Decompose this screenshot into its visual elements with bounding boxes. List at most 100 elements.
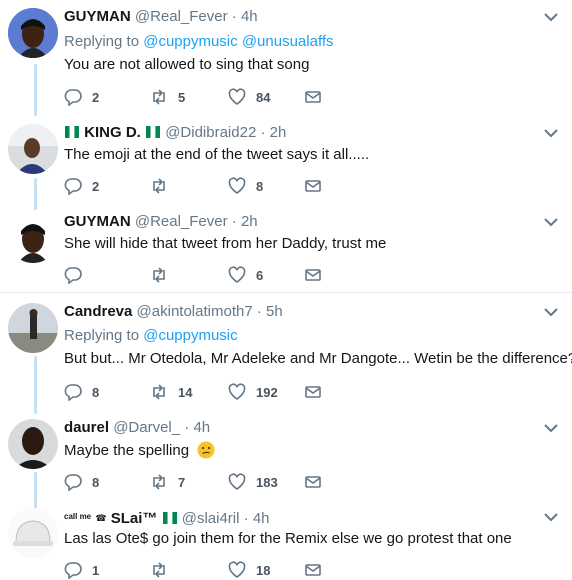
timestamp[interactable]: 4h — [193, 419, 210, 436]
like-icon — [228, 473, 246, 490]
reply-icon — [64, 89, 82, 106]
timestamp[interactable]: 2h — [270, 124, 287, 141]
retweet-icon — [153, 562, 165, 578]
reply-count: 2 — [92, 178, 100, 194]
retweet-button[interactable]: 5 — [150, 87, 185, 107]
retweet-button[interactable]: 14 — [150, 382, 192, 402]
like-icon — [228, 561, 246, 578]
tweet-text: The emoji at the end of the tweet says i… — [64, 146, 370, 163]
reply-icon — [64, 562, 82, 579]
avatar[interactable] — [8, 419, 58, 469]
conversation-divider — [0, 292, 572, 293]
tweet-text: Las las Ote$ go join them for the Remix … — [64, 530, 512, 547]
nigeria-flag-icon — [65, 126, 79, 138]
timestamp[interactable]: 5h — [266, 303, 283, 320]
like-button[interactable]: 84 — [228, 87, 270, 107]
display-name[interactable]: GUYMAN — [64, 8, 131, 25]
direct-message-button[interactable] — [304, 87, 322, 107]
avatar[interactable] — [8, 213, 58, 263]
like-icon — [228, 88, 246, 105]
avatar[interactable] — [8, 8, 58, 58]
phone-icon: ☎ — [95, 513, 107, 523]
user-handle[interactable]: @slai4ril — [182, 510, 240, 527]
confused-face-icon — [197, 441, 215, 459]
user-handle[interactable]: @Darvel_ — [113, 419, 180, 436]
retweet-button[interactable]: 7 — [150, 472, 185, 492]
like-button[interactable]: 192 — [228, 382, 278, 402]
retweet-button[interactable] — [150, 176, 178, 196]
retweet-icon — [153, 474, 165, 490]
reply-target-link[interactable]: @unusualaffs — [242, 33, 334, 50]
display-name[interactable]: SLai™ — [111, 510, 158, 527]
chevron-down-icon[interactable] — [542, 8, 560, 26]
chevron-down-icon[interactable] — [542, 124, 560, 142]
like-button[interactable]: 18 — [228, 560, 270, 580]
tweet-text: You are not allowed to sing that song — [64, 56, 310, 73]
reply-target-link[interactable]: @cuppymusic — [143, 327, 237, 344]
timestamp[interactable]: 4h — [241, 8, 258, 25]
retweet-button[interactable] — [150, 265, 178, 285]
display-name[interactable]: KING D. — [84, 124, 141, 141]
direct-message-button[interactable] — [304, 560, 322, 580]
like-button[interactable]: 6 — [228, 265, 263, 285]
separator-dot: · — [256, 303, 262, 320]
reply-button[interactable]: 1 — [64, 560, 99, 580]
reply-count: 2 — [92, 89, 100, 105]
avatar[interactable] — [8, 508, 58, 558]
display-name-prefix[interactable]: call me — [64, 512, 91, 521]
direct-message-button[interactable] — [304, 472, 322, 492]
separator-dot: · — [243, 510, 249, 527]
direct-message-icon — [305, 386, 321, 398]
display-name[interactable]: GUYMAN — [64, 213, 131, 230]
display-name[interactable]: daurel — [64, 419, 109, 436]
separator-dot: · — [231, 213, 237, 230]
direct-message-icon — [305, 269, 321, 281]
tweet-text-content: Maybe the spelling — [64, 442, 190, 459]
chevron-down-icon[interactable] — [542, 419, 560, 437]
thread-line — [34, 356, 37, 414]
thread-line — [34, 64, 37, 116]
direct-message-icon — [305, 91, 321, 103]
reply-button[interactable]: 2 — [64, 87, 99, 107]
like-icon — [228, 177, 246, 194]
tweet-text: But but... Mr Otedola, Mr Adeleke and Mr… — [64, 350, 572, 367]
direct-message-button[interactable] — [304, 176, 322, 196]
avatar[interactable] — [8, 124, 58, 174]
like-count: 192 — [256, 384, 278, 400]
reply-button[interactable]: 2 — [64, 176, 99, 196]
tweet-text: She will hide that tweet from her Daddy,… — [64, 235, 387, 252]
reply-button[interactable]: 8 — [64, 382, 99, 402]
chevron-down-icon[interactable] — [542, 213, 560, 231]
nigeria-flag-icon — [162, 512, 177, 524]
tweet-text: Maybe the spelling — [64, 441, 215, 460]
user-handle[interactable]: @akintolatimoth7 — [137, 303, 253, 320]
replying-to-label: Replying to — [64, 327, 140, 344]
like-count: 6 — [256, 267, 264, 283]
separator-dot: · — [184, 419, 190, 436]
timestamp[interactable]: 4h — [253, 510, 270, 527]
reply-button[interactable]: 8 — [64, 472, 99, 492]
user-handle[interactable]: @Didibraid22 — [165, 124, 256, 141]
reply-button[interactable] — [64, 265, 92, 285]
timestamp[interactable]: 2h — [241, 213, 258, 230]
user-handle[interactable]: @Real_Fever — [135, 213, 228, 230]
like-button[interactable]: 183 — [228, 472, 278, 492]
reply-icon — [64, 384, 82, 401]
reply-count: 8 — [92, 474, 100, 490]
replying-to-label: Replying to — [64, 33, 140, 50]
like-count: 18 — [256, 562, 271, 578]
avatar[interactable] — [8, 303, 58, 353]
like-button[interactable]: 8 — [228, 176, 263, 196]
retweet-icon — [153, 89, 165, 105]
retweet-icon — [153, 178, 165, 194]
direct-message-button[interactable] — [304, 382, 322, 402]
user-handle[interactable]: @Real_Fever — [135, 8, 228, 25]
reply-target-link[interactable]: @cuppymusic — [143, 33, 237, 50]
chevron-down-icon[interactable] — [542, 508, 560, 526]
display-name[interactable]: Candreva — [64, 303, 132, 320]
retweet-button[interactable] — [150, 560, 178, 580]
chevron-down-icon[interactable] — [542, 303, 560, 321]
like-icon — [228, 383, 246, 400]
direct-message-button[interactable] — [304, 265, 322, 285]
separator-dot: · — [260, 124, 266, 141]
